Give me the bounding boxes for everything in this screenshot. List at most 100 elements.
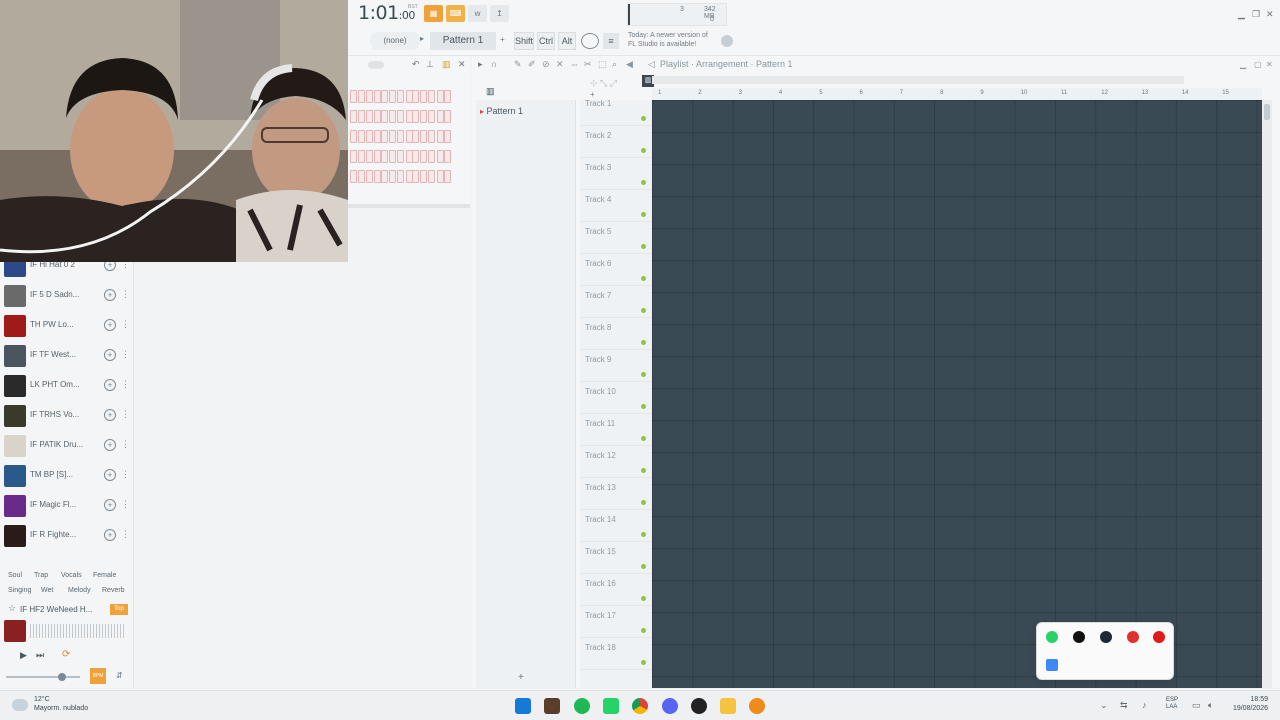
tag-female[interactable]: Female — [93, 572, 116, 579]
step-button[interactable] — [428, 110, 435, 123]
track-mute-led[interactable] — [641, 532, 646, 537]
add-sample-icon[interactable]: + — [104, 319, 116, 331]
restore-icon[interactable]: ❐ — [1252, 9, 1260, 20]
more-options-icon[interactable]: ⋮ — [121, 439, 130, 450]
undo-icon[interactable]: ↶ — [412, 59, 420, 70]
playlist-grid[interactable] — [652, 100, 1262, 688]
metronome-icon[interactable] — [581, 33, 599, 49]
step-button[interactable] — [389, 110, 396, 123]
track-mute-led[interactable] — [641, 628, 646, 633]
step-button[interactable] — [381, 130, 389, 143]
track-mute-led[interactable] — [641, 660, 646, 665]
step-button[interactable] — [412, 130, 420, 143]
shift-key-button[interactable]: Shift — [514, 32, 534, 50]
track-mute-led[interactable] — [641, 404, 646, 409]
track-mute-led[interactable] — [641, 500, 646, 505]
browser-list-item[interactable]: IF R Fighte... + ⋮ — [0, 522, 134, 552]
track-mute-led[interactable] — [641, 372, 646, 377]
track-mute-led[interactable] — [641, 180, 646, 185]
browser-list-item[interactable]: IF Magic Fl... + ⋮ — [0, 492, 134, 522]
step-button[interactable] — [365, 170, 373, 183]
draw-tool-icon[interactable]: ✎ — [514, 59, 522, 70]
tray-expand-icon[interactable]: ⌄ — [1100, 700, 1108, 711]
usb-icon[interactable]: ⇆ — [1120, 700, 1128, 711]
browser-list-item[interactable]: IF TF West... + ⋮ — [0, 342, 134, 372]
browser-list-item[interactable]: TH PW Lo... + ⋮ — [0, 312, 134, 342]
browser-list-item[interactable]: LK PHT Om... + ⋮ — [0, 372, 134, 402]
track-header[interactable]: Track 7 — [580, 286, 652, 318]
scrollbar-thumb[interactable] — [1264, 104, 1270, 120]
magnet-icon[interactable]: ∩ — [491, 59, 497, 69]
track-header[interactable]: Track 5 — [580, 222, 652, 254]
track-mute-led[interactable] — [641, 436, 646, 441]
slice-tool-icon[interactable]: ✂ — [584, 59, 592, 70]
more-options-icon[interactable]: ⋮ — [121, 379, 130, 390]
track-header[interactable]: Track 3 — [580, 158, 652, 190]
step-button[interactable] — [436, 150, 444, 163]
wait-input-icon[interactable]: w — [468, 5, 487, 22]
step-button[interactable] — [412, 110, 420, 123]
track-header[interactable]: Track 15 — [580, 542, 652, 574]
track-header[interactable]: Track 18 — [580, 638, 652, 670]
more-options-icon[interactable]: ⋮ — [121, 349, 130, 360]
step-button[interactable] — [365, 150, 373, 163]
tag-trap[interactable]: Trap — [34, 572, 48, 579]
step-button[interactable] — [389, 150, 396, 163]
whatsapp-icon[interactable] — [1046, 631, 1058, 643]
graph-icon[interactable]: ▥ — [442, 59, 451, 70]
paint-tool-icon[interactable]: ✐ — [528, 59, 536, 70]
step-button[interactable] — [357, 110, 365, 123]
horizontal-scrollbar[interactable] — [652, 76, 1184, 84]
tag-wet[interactable]: Wet — [41, 587, 53, 594]
step-button[interactable] — [396, 130, 404, 143]
step-button[interactable] — [381, 110, 389, 123]
step-button[interactable] — [420, 150, 428, 163]
step-button[interactable] — [365, 110, 373, 123]
star-icon[interactable]: ☆ — [8, 603, 16, 614]
add-sample-icon[interactable]: + — [104, 379, 116, 391]
record-icon[interactable] — [1153, 631, 1165, 643]
snap-selector[interactable]: (none) — [370, 32, 420, 50]
track-header[interactable]: Track 11 — [580, 414, 652, 446]
browser-list-item[interactable]: IF PATIK Dru... + ⋮ — [0, 432, 134, 462]
track-header[interactable]: Track 17 — [580, 606, 652, 638]
more-options-icon[interactable]: ⋮ — [121, 319, 130, 330]
clock[interactable]: 18:59 19/08/2026 — [1226, 695, 1268, 713]
tag-reverb[interactable]: Reverb — [102, 587, 125, 594]
chrome-icon[interactable] — [632, 698, 648, 714]
more-options-icon[interactable]: ⋮ — [121, 409, 130, 420]
alt-key-button[interactable]: Alt — [558, 32, 576, 50]
track-header[interactable]: Track 13 — [580, 478, 652, 510]
track-header[interactable]: Track 14 — [580, 510, 652, 542]
playback-tool-icon[interactable]: ◀ — [626, 59, 633, 70]
track-mute-led[interactable] — [641, 276, 646, 281]
track-header[interactable]: Track 6 — [580, 254, 652, 286]
playlist-arrow-icon[interactable]: ◁ — [648, 59, 655, 70]
step-button[interactable] — [357, 170, 365, 183]
rack-scrollbar[interactable] — [348, 204, 470, 208]
step-button[interactable] — [436, 130, 444, 143]
rack-close-icon[interactable]: ✕ — [458, 59, 466, 70]
loop-icon[interactable]: ⟳ — [62, 649, 70, 660]
waveform[interactable] — [30, 624, 126, 638]
track-header[interactable]: Track 9 — [580, 350, 652, 382]
mute-tool-icon[interactable]: ✕ — [556, 59, 564, 70]
typing-keyboard-icon[interactable]: ⌨ — [446, 5, 465, 22]
volume-icon[interactable]: 🔈︎ — [1208, 700, 1213, 711]
track-header[interactable]: Track 4 — [580, 190, 652, 222]
more-options-icon[interactable]: ⋮ — [121, 529, 130, 540]
select-tool-icon[interactable]: ⬚ — [598, 59, 607, 70]
delete-tool-icon[interactable]: ⊘ — [542, 59, 550, 70]
play-pattern-icon[interactable]: ▸ — [420, 34, 424, 43]
track-header[interactable]: Track 1 — [580, 94, 652, 126]
volume-slider[interactable] — [6, 676, 80, 678]
swing-knob[interactable] — [368, 61, 384, 69]
language-indicator[interactable]: ESP LAA — [1166, 697, 1178, 711]
menu-list-icon[interactable]: ≡ — [603, 33, 619, 49]
obs-icon[interactable] — [691, 698, 707, 714]
settings-gear-icon[interactable] — [721, 35, 733, 47]
step-button[interactable] — [436, 110, 444, 123]
step-button[interactable] — [381, 150, 389, 163]
step-button[interactable] — [357, 90, 365, 103]
pattern-selector[interactable]: Pattern 1 — [430, 32, 496, 50]
